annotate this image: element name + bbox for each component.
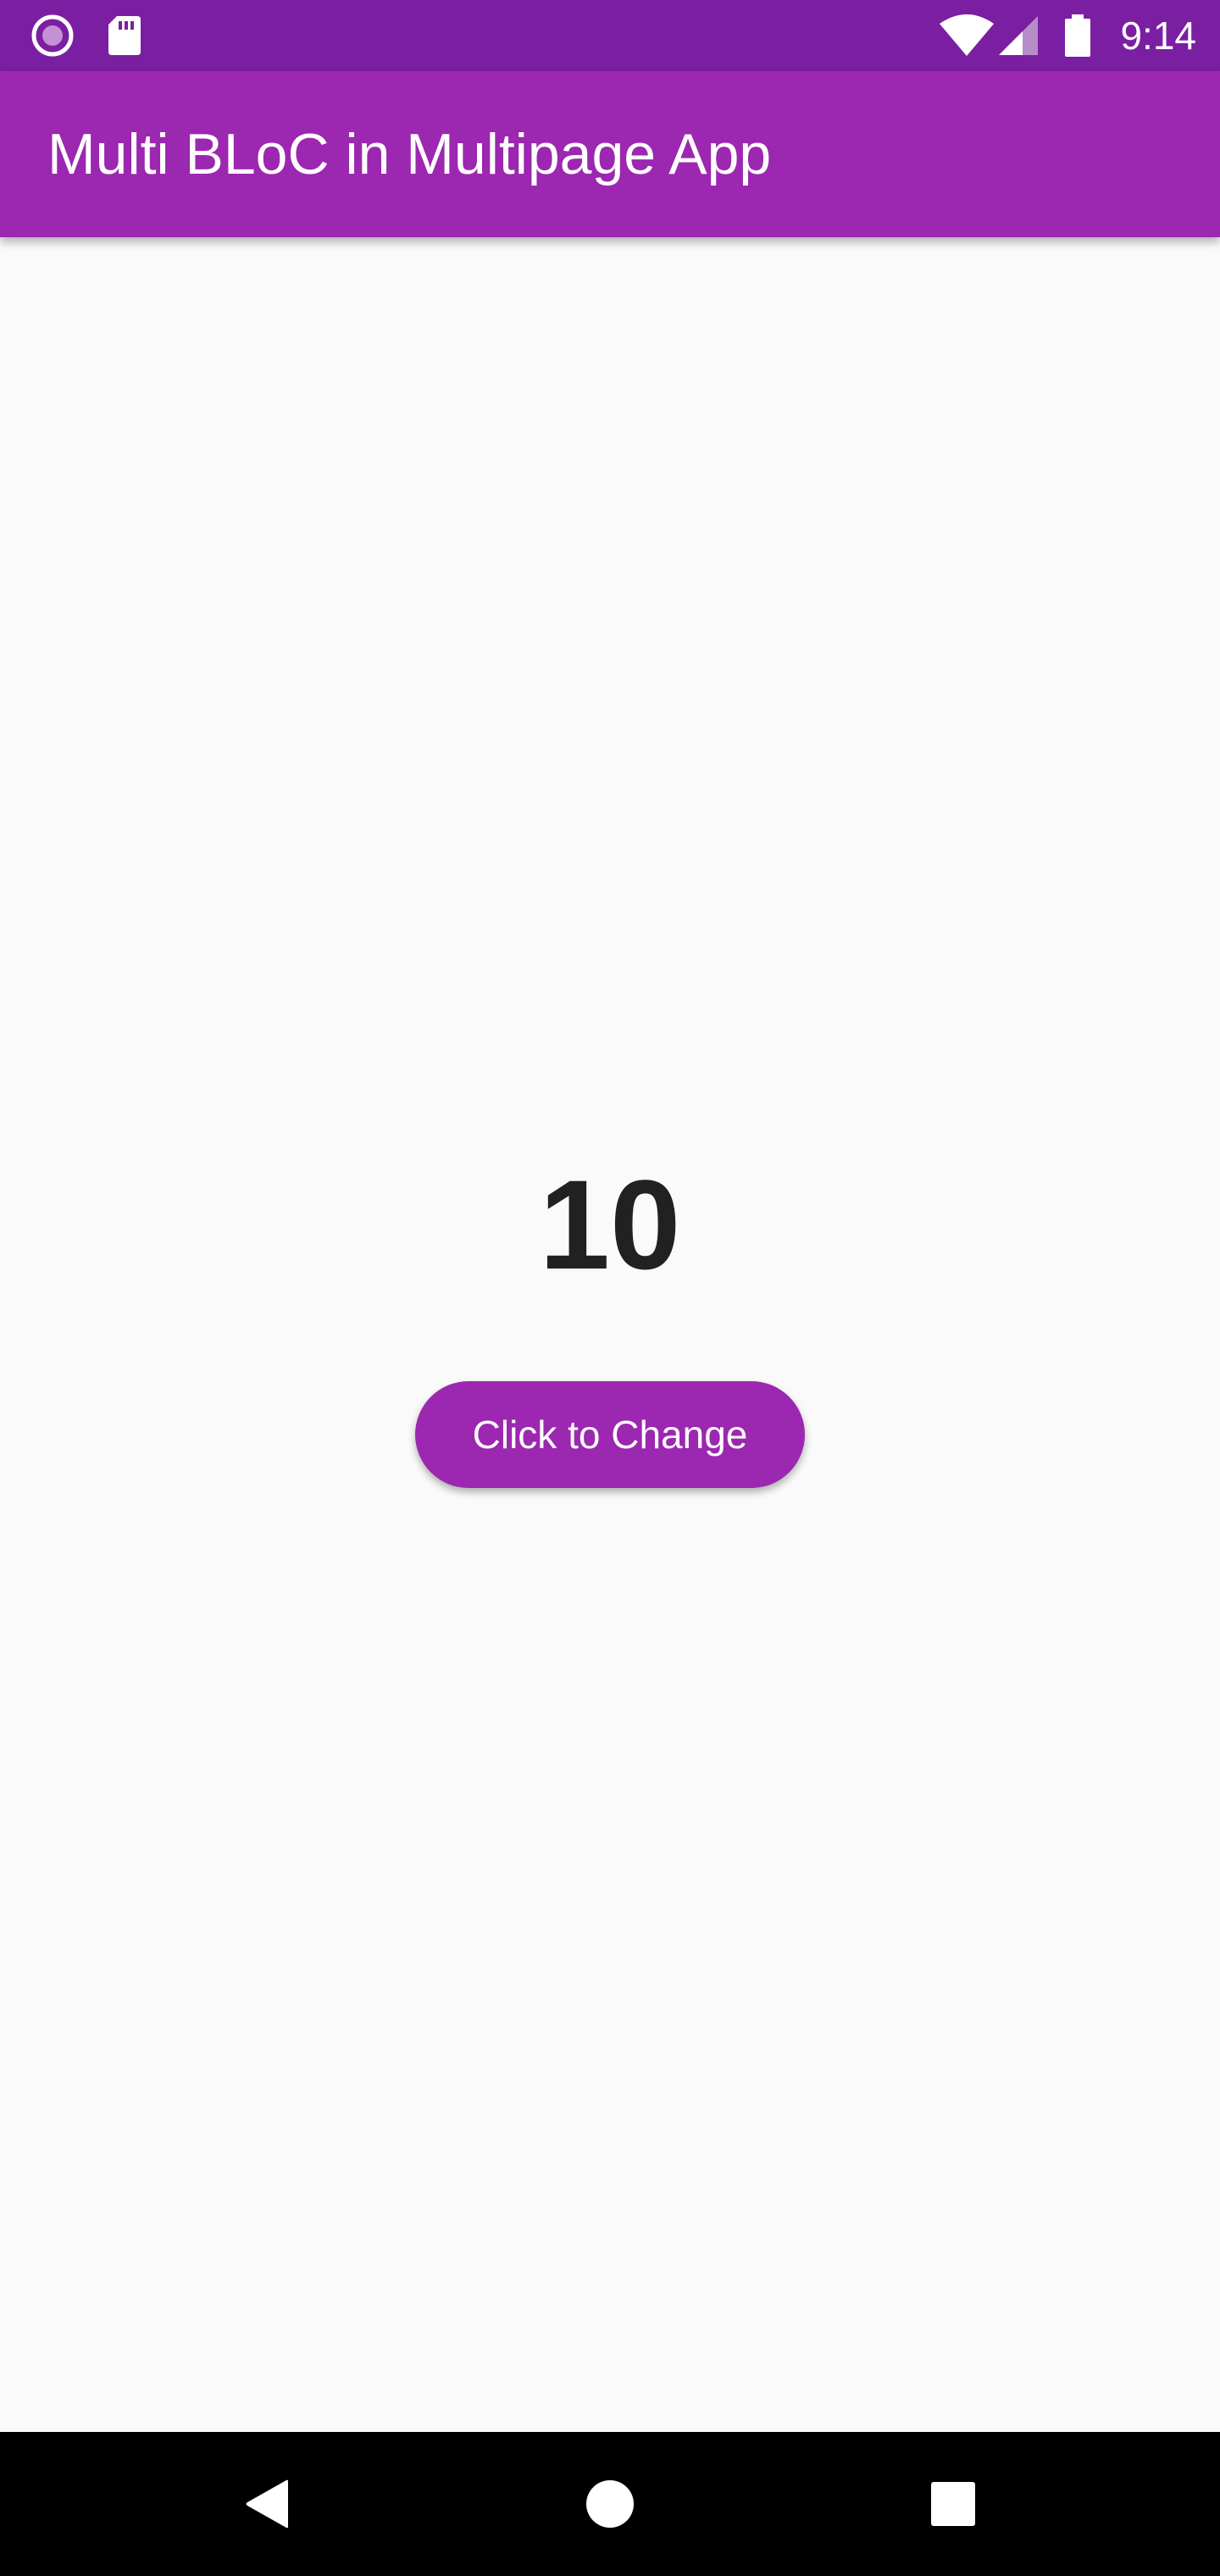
home-icon[interactable]: [538, 2432, 682, 2576]
main-content: 10 Click to Change: [0, 237, 1220, 2432]
recents-icon[interactable]: [881, 2432, 1025, 2576]
wifi-icon: [937, 0, 996, 71]
status-time: 9:14: [1120, 14, 1196, 58]
counter-value: 10: [539, 1153, 681, 1296]
page-title: Multi BLoC in Multipage App: [47, 122, 772, 186]
app-bar: Multi BLoC in Multipage App: [0, 71, 1220, 237]
change-button[interactable]: Click to Change: [415, 1381, 805, 1488]
navigation-bar: [0, 2432, 1220, 2576]
notification-dot-icon: [29, 0, 76, 71]
sd-card-icon: [105, 0, 144, 71]
status-bar: 9:14: [0, 0, 1220, 71]
battery-icon: [1061, 0, 1095, 71]
back-icon[interactable]: [195, 2432, 339, 2576]
signal-icon: [996, 0, 1042, 71]
